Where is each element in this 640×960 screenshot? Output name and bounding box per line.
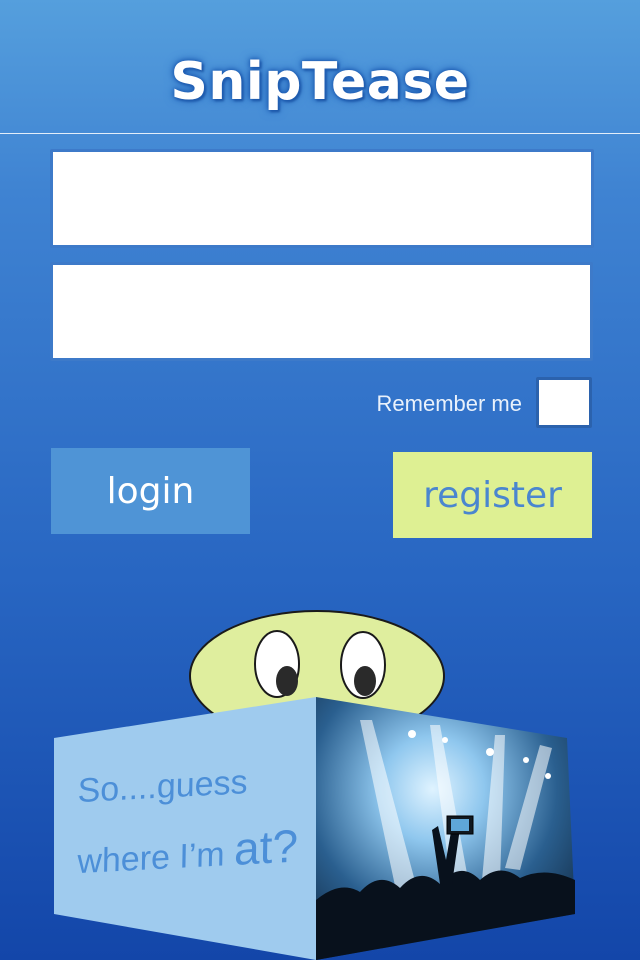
remember-me-checkbox[interactable] <box>536 377 592 428</box>
app-title: SnipTease <box>170 52 470 112</box>
username-input[interactable] <box>50 149 594 248</box>
box-caption-line2-start: where I’m <box>77 834 235 882</box>
password-input[interactable] <box>50 262 593 361</box>
header-bar: SnipTease <box>0 0 640 134</box>
login-button[interactable]: login <box>51 448 250 534</box>
remember-me-label: Remember me <box>376 391 522 416</box>
register-button[interactable]: register <box>393 452 592 538</box>
box-caption-line2-end: at? <box>233 819 299 875</box>
